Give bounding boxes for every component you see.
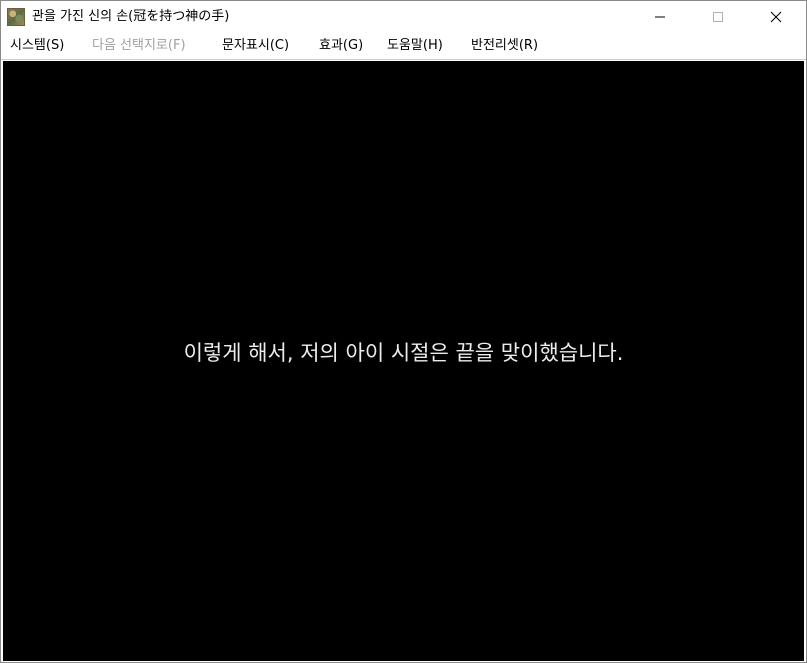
minimize-icon <box>655 16 665 18</box>
menu-bar: 시스템(S) 다음 선택지로(F) 문자표시(C) 효과(G) 도움말(H) 반… <box>1 33 806 59</box>
menu-divider <box>1 59 806 60</box>
menu-effects[interactable]: 효과(G) <box>319 37 363 55</box>
menu-help[interactable]: 도움말(H) <box>387 37 443 55</box>
menu-system[interactable]: 시스템(S) <box>10 37 64 55</box>
window-title: 관을 가진 신의 손(冠を持つ神の手) <box>32 9 230 24</box>
title-bar[interactable]: 관을 가진 신의 손(冠を持つ神の手) <box>1 1 806 33</box>
game-app-icon[interactable] <box>7 8 25 26</box>
maximize-icon <box>713 12 723 22</box>
game-window: 관을 가진 신의 손(冠を持つ神の手) 시스템(S) 다음 선택지로(F) 문자… <box>0 0 807 663</box>
menu-next-choice[interactable]: 다음 선택지로(F) <box>92 37 186 55</box>
menu-text-display[interactable]: 문자표시(C) <box>222 37 289 55</box>
close-button[interactable] <box>747 1 805 33</box>
game-screen[interactable]: 이렇게 해서, 저의 아이 시절은 끝을 맞이했습니다. <box>3 61 804 661</box>
minimize-button[interactable] <box>631 1 689 33</box>
close-icon <box>770 11 782 23</box>
story-message: 이렇게 해서, 저의 아이 시절은 끝을 맞이했습니다. <box>183 341 624 365</box>
maximize-button[interactable] <box>689 1 747 33</box>
menu-reverse-reset[interactable]: 반전리셋(R) <box>471 37 538 55</box>
